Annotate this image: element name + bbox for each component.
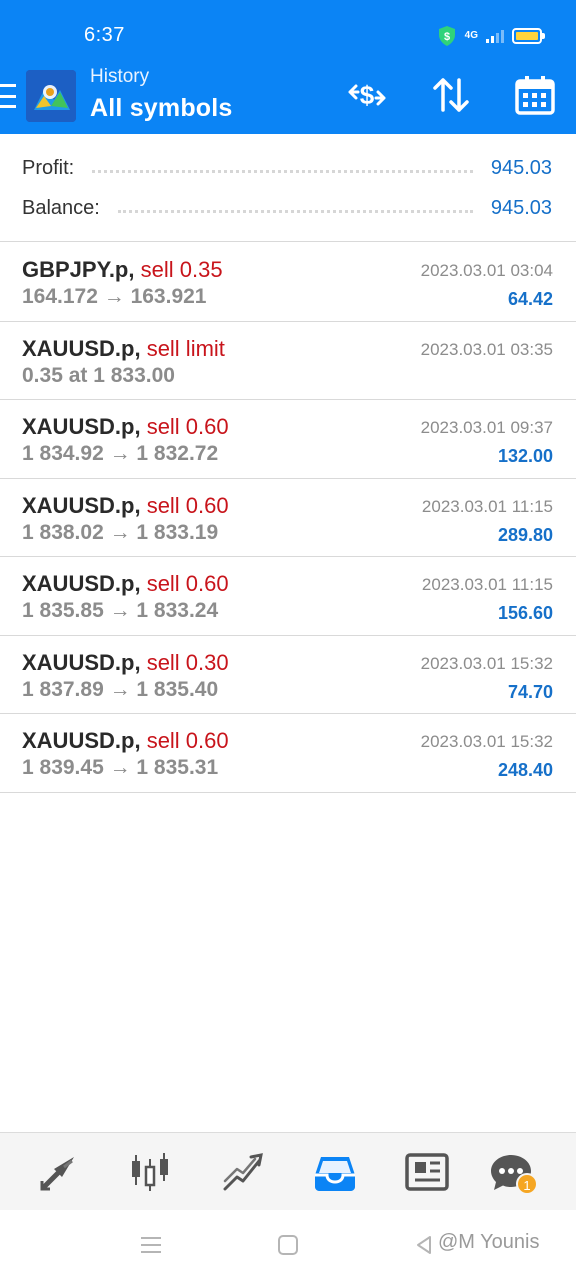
app-logo <box>26 70 76 122</box>
profit-row: Profit: 945.03 <box>22 153 552 183</box>
trade-history-list: GBPJPY.p, sell 0.35 164.172 → 163.921 20… <box>0 243 576 793</box>
trade-symbol: XAUUSD.p, <box>22 414 141 439</box>
trade-time: 2023.03.01 15:32 <box>420 653 553 673</box>
title-block: History All symbols <box>90 66 233 123</box>
bottom-navigation: 1 <box>0 1132 576 1210</box>
chart-icon[interactable] <box>128 1149 174 1195</box>
signal-icon <box>486 29 504 43</box>
trade-prices: 164.172 → 163.921 <box>22 285 207 308</box>
trade-row[interactable]: XAUUSD.p, sell 0.60 1 835.85 → 1 833.24 … <box>0 557 576 636</box>
battery-icon <box>512 28 545 44</box>
trade-time: 2023.03.01 11:15 <box>421 575 553 594</box>
trade-prices: 1 835.85 → 1 833.24 <box>22 599 219 622</box>
home-button[interactable] <box>278 1235 298 1255</box>
trade-row[interactable]: XAUUSD.p, sell 0.60 1 839.45 → 1 835.31 … <box>0 714 576 793</box>
trade-time: 2023.03.01 09:37 <box>420 418 553 437</box>
account-summary: Profit: 945.03 Balance: 945.03 <box>0 134 576 242</box>
trade-side: sell 0.60 <box>146 728 229 753</box>
recent-apps-button[interactable] <box>141 1237 161 1253</box>
calendar-icon[interactable] <box>514 74 556 116</box>
trade-symbol: XAUUSD.p, <box>22 649 141 675</box>
trade-row[interactable]: XAUUSD.p, sell 0.60 1 834.92 → 1 832.72 … <box>0 400 576 479</box>
trade-prices: 1 837.89 → 1 835.40 <box>22 677 219 701</box>
trade-side: sell 0.35 <box>140 257 223 282</box>
status-time: 6:37 <box>84 24 125 46</box>
trade-side: sell 0.60 <box>146 414 229 439</box>
watermark: @M Younis <box>438 1231 540 1253</box>
balance-value: 945.03 <box>490 196 552 219</box>
trade-prices: 1 834.92 → 1 832.72 <box>22 442 219 465</box>
trade-prices: 0.35 at 1 833.00 <box>22 363 175 387</box>
trade-side: sell limit <box>146 335 225 361</box>
trade-row[interactable]: XAUUSD.p, sell limit 0.35 at 1 833.00 20… <box>0 322 576 400</box>
dotted-divider <box>117 209 473 213</box>
trade-side: sell 0.60 <box>146 571 229 596</box>
chat-icon[interactable]: 1 <box>488 1149 538 1195</box>
trade-prices: 1 838.02 → 1 833.19 <box>22 520 219 544</box>
trade-time: 2023.03.01 03:04 <box>420 261 553 280</box>
header-subtitle: History <box>90 66 150 87</box>
profit-label: Profit: <box>22 156 75 179</box>
dotted-divider <box>92 169 473 173</box>
top-bar: 6:37 $ 4G History All symbols $ <box>0 0 576 134</box>
history-icon[interactable] <box>312 1149 358 1195</box>
trade-symbol: GBPJPY.p, <box>22 257 135 282</box>
trade-time: 2023.03.01 15:32 <box>420 732 553 751</box>
balance-label: Balance: <box>22 196 100 219</box>
quotes-icon[interactable] <box>36 1149 82 1195</box>
trade-profit: 74.70 <box>507 681 553 702</box>
svg-text:$: $ <box>360 80 375 110</box>
trade-row[interactable]: GBPJPY.p, sell 0.35 164.172 → 163.921 20… <box>0 243 576 322</box>
trade-symbol: XAUUSD.p, <box>22 335 141 361</box>
trade-symbol: XAUUSD.p, <box>22 571 141 596</box>
news-icon[interactable] <box>404 1149 450 1195</box>
trade-profit: 132.00 <box>497 446 553 466</box>
trade-row[interactable]: XAUUSD.p, sell 0.60 1 838.02 → 1 833.19 … <box>0 479 576 557</box>
balance-row: Balance: 945.03 <box>22 193 552 223</box>
trade-profit: 156.60 <box>497 603 553 623</box>
chat-badge: 1 <box>516 1173 538 1195</box>
trade-icon[interactable] <box>220 1149 266 1195</box>
trade-profit: 289.80 <box>497 524 553 545</box>
trade-side: sell 0.60 <box>146 492 229 518</box>
header-title[interactable]: All symbols <box>90 94 233 123</box>
back-button[interactable] <box>414 1235 434 1255</box>
trade-time: 2023.03.01 03:35 <box>420 339 553 359</box>
trade-side: sell 0.30 <box>146 649 229 675</box>
trade-profit: 64.42 <box>507 289 553 309</box>
trade-time: 2023.03.01 11:15 <box>421 496 553 516</box>
trade-symbol: XAUUSD.p, <box>22 728 141 753</box>
hamburger-icon[interactable] <box>0 84 18 108</box>
trade-profit: 248.40 <box>497 760 553 780</box>
deposit-withdraw-icon[interactable]: $ <box>346 74 388 116</box>
svg-text:$: $ <box>444 31 450 43</box>
shield-icon: $ <box>438 26 455 46</box>
network-type: 4G <box>464 30 478 41</box>
system-navigation: @M Younis <box>0 1210 576 1280</box>
trade-symbol: XAUUSD.p, <box>22 492 141 518</box>
sort-icon[interactable] <box>430 74 472 116</box>
trade-prices: 1 839.45 → 1 835.31 <box>22 756 219 779</box>
trade-row[interactable]: XAUUSD.p, sell 0.30 1 837.89 → 1 835.40 … <box>0 636 576 714</box>
status-icons: $ 4G <box>437 24 545 48</box>
profit-value: 945.03 <box>490 156 552 179</box>
